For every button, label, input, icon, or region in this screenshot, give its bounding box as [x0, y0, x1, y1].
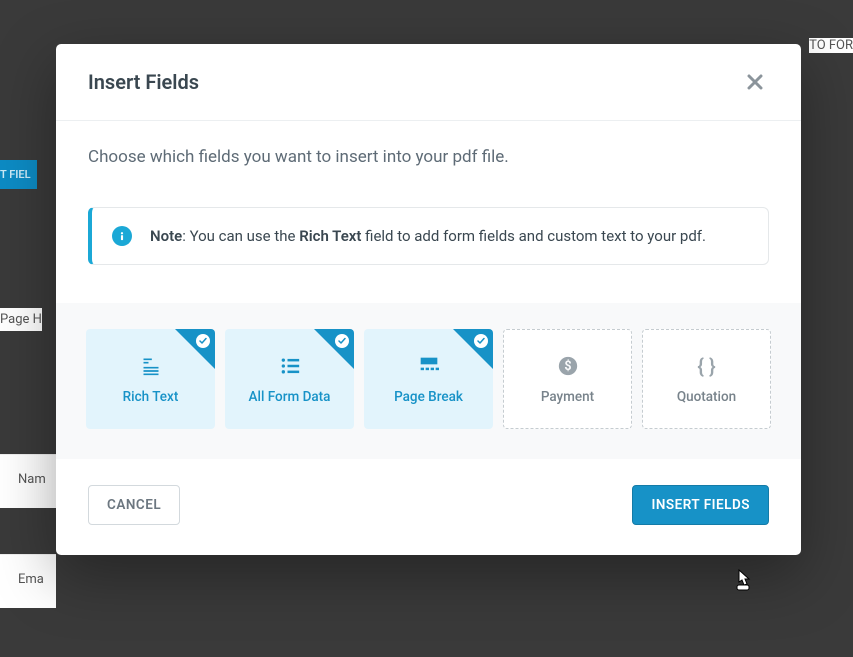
close-icon: [747, 74, 763, 90]
field-label: Page Break: [394, 389, 463, 405]
bg-pill: T FIEL: [0, 160, 37, 189]
cursor-icon: [733, 568, 753, 596]
check-icon: [196, 334, 210, 348]
modal-title: Insert Fields: [88, 70, 199, 94]
list-icon: [279, 353, 301, 379]
svg-text:$: $: [564, 359, 571, 374]
selected-corner: [314, 329, 354, 369]
field-card-payment[interactable]: $ Payment: [503, 329, 632, 429]
pagebreak-icon: [418, 353, 440, 379]
field-label: All Form Data: [249, 389, 331, 405]
info-icon: [112, 226, 132, 246]
field-card-page-break[interactable]: Page Break: [364, 329, 493, 429]
field-grid: Rich Text All Form Data Page Break $ Payment…: [56, 303, 801, 459]
modal-description: Choose which fields you want to insert i…: [88, 147, 769, 167]
field-card-all-form-data[interactable]: All Form Data: [225, 329, 354, 429]
field-label: Rich Text: [123, 389, 179, 405]
field-card-quotation[interactable]: { } Quotation: [642, 329, 771, 429]
close-button[interactable]: [741, 68, 769, 96]
selected-corner: [453, 329, 493, 369]
modal-header: Insert Fields: [56, 44, 801, 121]
braces-icon: { }: [697, 353, 715, 379]
richtext-icon: [140, 353, 162, 379]
bg-text: Ema: [18, 572, 44, 587]
cancel-button[interactable]: CANCEL: [88, 485, 180, 525]
check-icon: [474, 334, 488, 348]
bg-text: Page H: [0, 308, 42, 331]
field-label: Quotation: [677, 389, 736, 405]
insert-fields-modal: Insert Fields Choose which fields you wa…: [56, 44, 801, 555]
modal-body: Choose which fields you want to insert i…: [56, 121, 801, 459]
bg-text: TO FOR: [809, 38, 853, 53]
insert-fields-button[interactable]: INSERT FIELDS: [632, 485, 769, 525]
modal-footer: CANCEL INSERT FIELDS: [56, 459, 801, 555]
check-icon: [335, 334, 349, 348]
selected-corner: [175, 329, 215, 369]
info-box: Note: You can use the Rich Text field to…: [88, 207, 769, 265]
field-card-rich-text[interactable]: Rich Text: [86, 329, 215, 429]
field-label: Payment: [541, 389, 594, 405]
bg-text: Nam: [18, 472, 46, 487]
dollar-icon: $: [558, 353, 578, 379]
info-text: Note: You can use the Rich Text field to…: [150, 227, 706, 245]
